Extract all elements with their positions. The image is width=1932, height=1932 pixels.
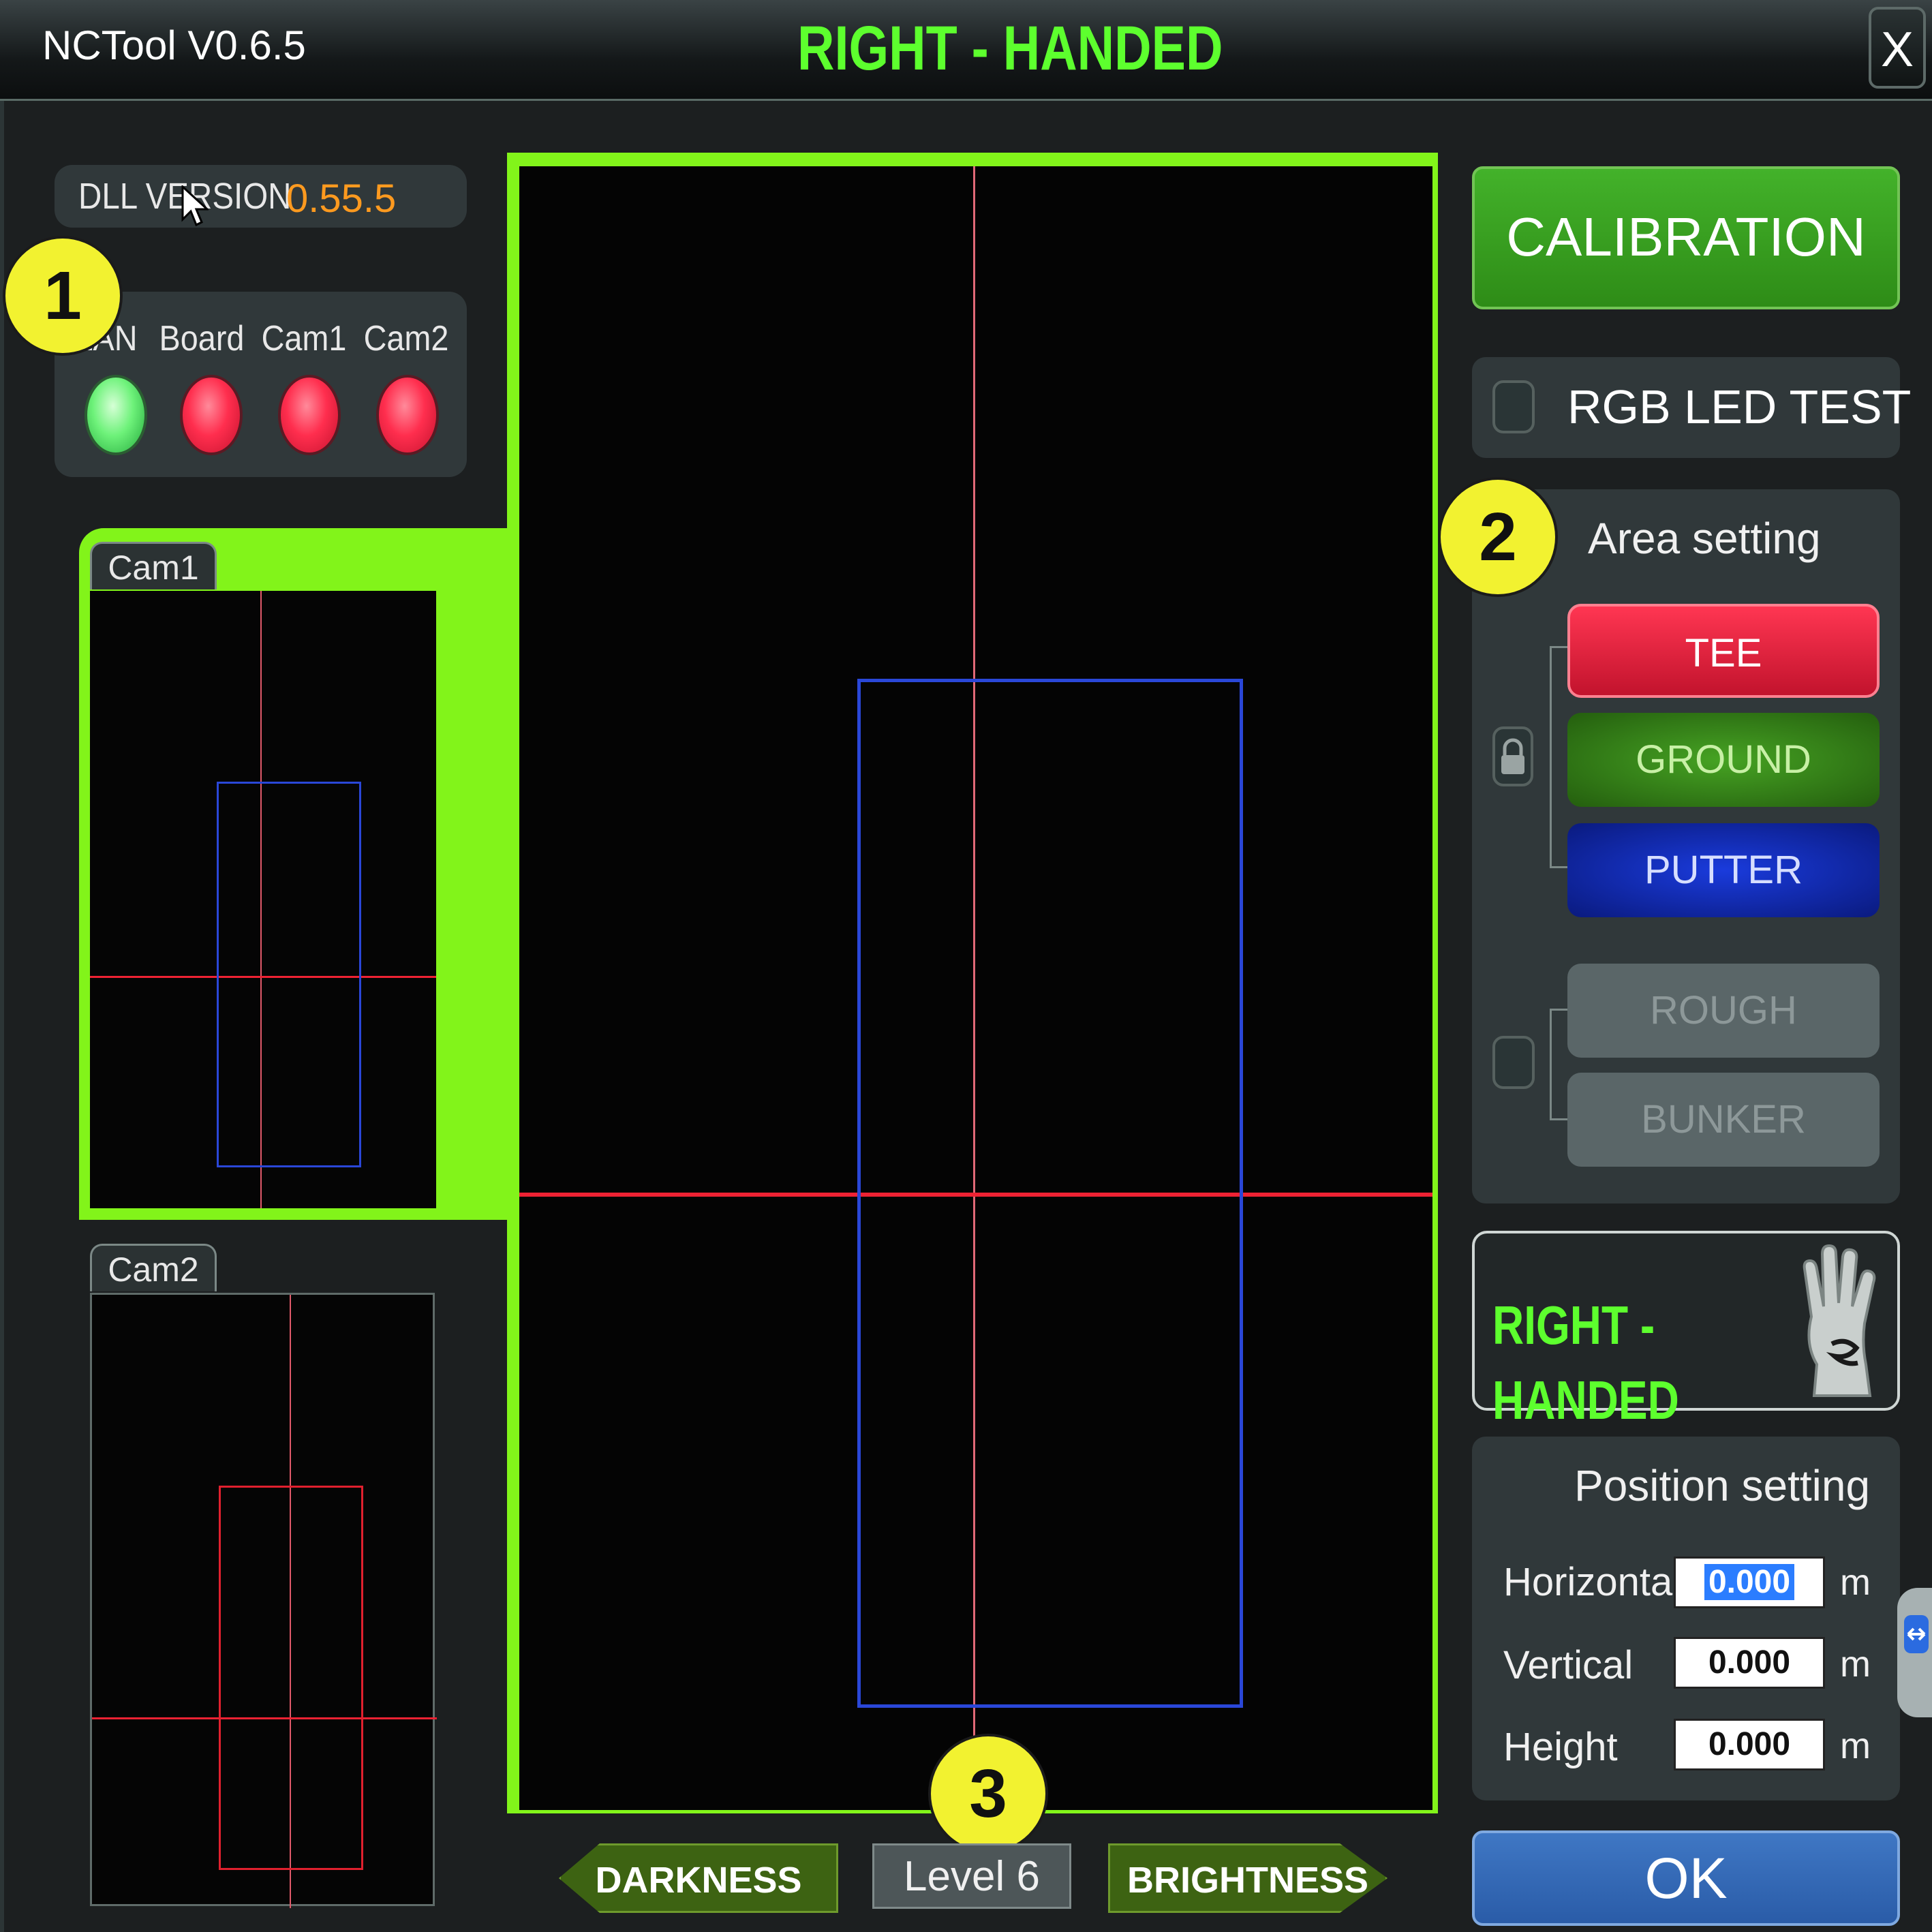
rough-bunker-checkbox[interactable] bbox=[1492, 1036, 1535, 1089]
tee-button[interactable]: TEE bbox=[1567, 604, 1880, 698]
rgb-led-test-checkbox[interactable] bbox=[1492, 380, 1535, 433]
status-label-cam2: Cam2 bbox=[363, 319, 449, 358]
darkness-button[interactable]: DARKNESS bbox=[559, 1843, 838, 1913]
horizontal-unit: m bbox=[1840, 1562, 1871, 1603]
dll-version-value: 0.55.5 bbox=[286, 177, 397, 221]
mouse-cursor-icon bbox=[181, 185, 209, 227]
vertical-input[interactable]: 0.000 bbox=[1674, 1637, 1825, 1689]
vertical-label: Vertical bbox=[1503, 1643, 1634, 1687]
ground-button[interactable]: GROUND bbox=[1567, 713, 1880, 807]
board-status-led bbox=[180, 375, 243, 455]
lock-icon[interactable] bbox=[1491, 725, 1535, 788]
rough-button[interactable]: ROUGH bbox=[1567, 964, 1880, 1058]
golf-glove-icon bbox=[1803, 1244, 1876, 1397]
vertical-unit: m bbox=[1840, 1644, 1871, 1685]
app-title: NCTool V0.6.5 bbox=[42, 22, 306, 68]
cam2-status-led bbox=[376, 375, 439, 455]
cam1-preview[interactable] bbox=[90, 591, 436, 1208]
expand-arrows-icon bbox=[1904, 1615, 1929, 1653]
horizontal-input[interactable]: 0.000 bbox=[1674, 1557, 1825, 1608]
rgb-led-test-label: RGB LED TEST bbox=[1567, 380, 1912, 433]
main-camera-view[interactable] bbox=[519, 166, 1432, 1810]
height-unit: m bbox=[1840, 1726, 1871, 1766]
status-label-cam1: Cam1 bbox=[261, 319, 347, 358]
status-label-board: Board bbox=[159, 319, 245, 358]
tab-cam2[interactable]: Cam2 bbox=[90, 1244, 217, 1291]
height-input[interactable]: 0.000 bbox=[1674, 1719, 1825, 1770]
marker-2: 2 bbox=[1441, 480, 1555, 594]
cam2-preview[interactable] bbox=[90, 1293, 437, 1908]
brightness-button[interactable]: BRIGHTNESS bbox=[1108, 1843, 1387, 1913]
handedness-title: RIGHT - HANDED bbox=[797, 14, 1223, 83]
area-setting-title: Area setting bbox=[1588, 514, 1821, 563]
area-group-bracket bbox=[1550, 1009, 1567, 1120]
marker-3: 3 bbox=[931, 1736, 1045, 1851]
ok-button[interactable]: OK bbox=[1472, 1830, 1900, 1926]
calibration-button[interactable]: CALIBRATION bbox=[1472, 166, 1900, 309]
putter-button[interactable]: PUTTER bbox=[1567, 823, 1880, 917]
marker-1: 1 bbox=[5, 239, 120, 353]
cam1-status-led bbox=[278, 375, 341, 455]
horizontal-input-value: 0.000 bbox=[1704, 1564, 1795, 1600]
tab-cam1[interactable]: Cam1 bbox=[90, 542, 217, 589]
position-setting-title: Position setting bbox=[1574, 1461, 1871, 1510]
area-group-bracket bbox=[1550, 646, 1567, 868]
horizontal-label: Horizontal bbox=[1503, 1560, 1682, 1604]
bunker-button[interactable]: BUNKER bbox=[1567, 1073, 1880, 1167]
window-edge bbox=[0, 101, 4, 1932]
brightness-level: Level 6 bbox=[872, 1843, 1071, 1909]
lan-status-led bbox=[85, 375, 147, 455]
height-label: Height bbox=[1503, 1725, 1618, 1769]
close-button[interactable]: X bbox=[1869, 7, 1926, 89]
